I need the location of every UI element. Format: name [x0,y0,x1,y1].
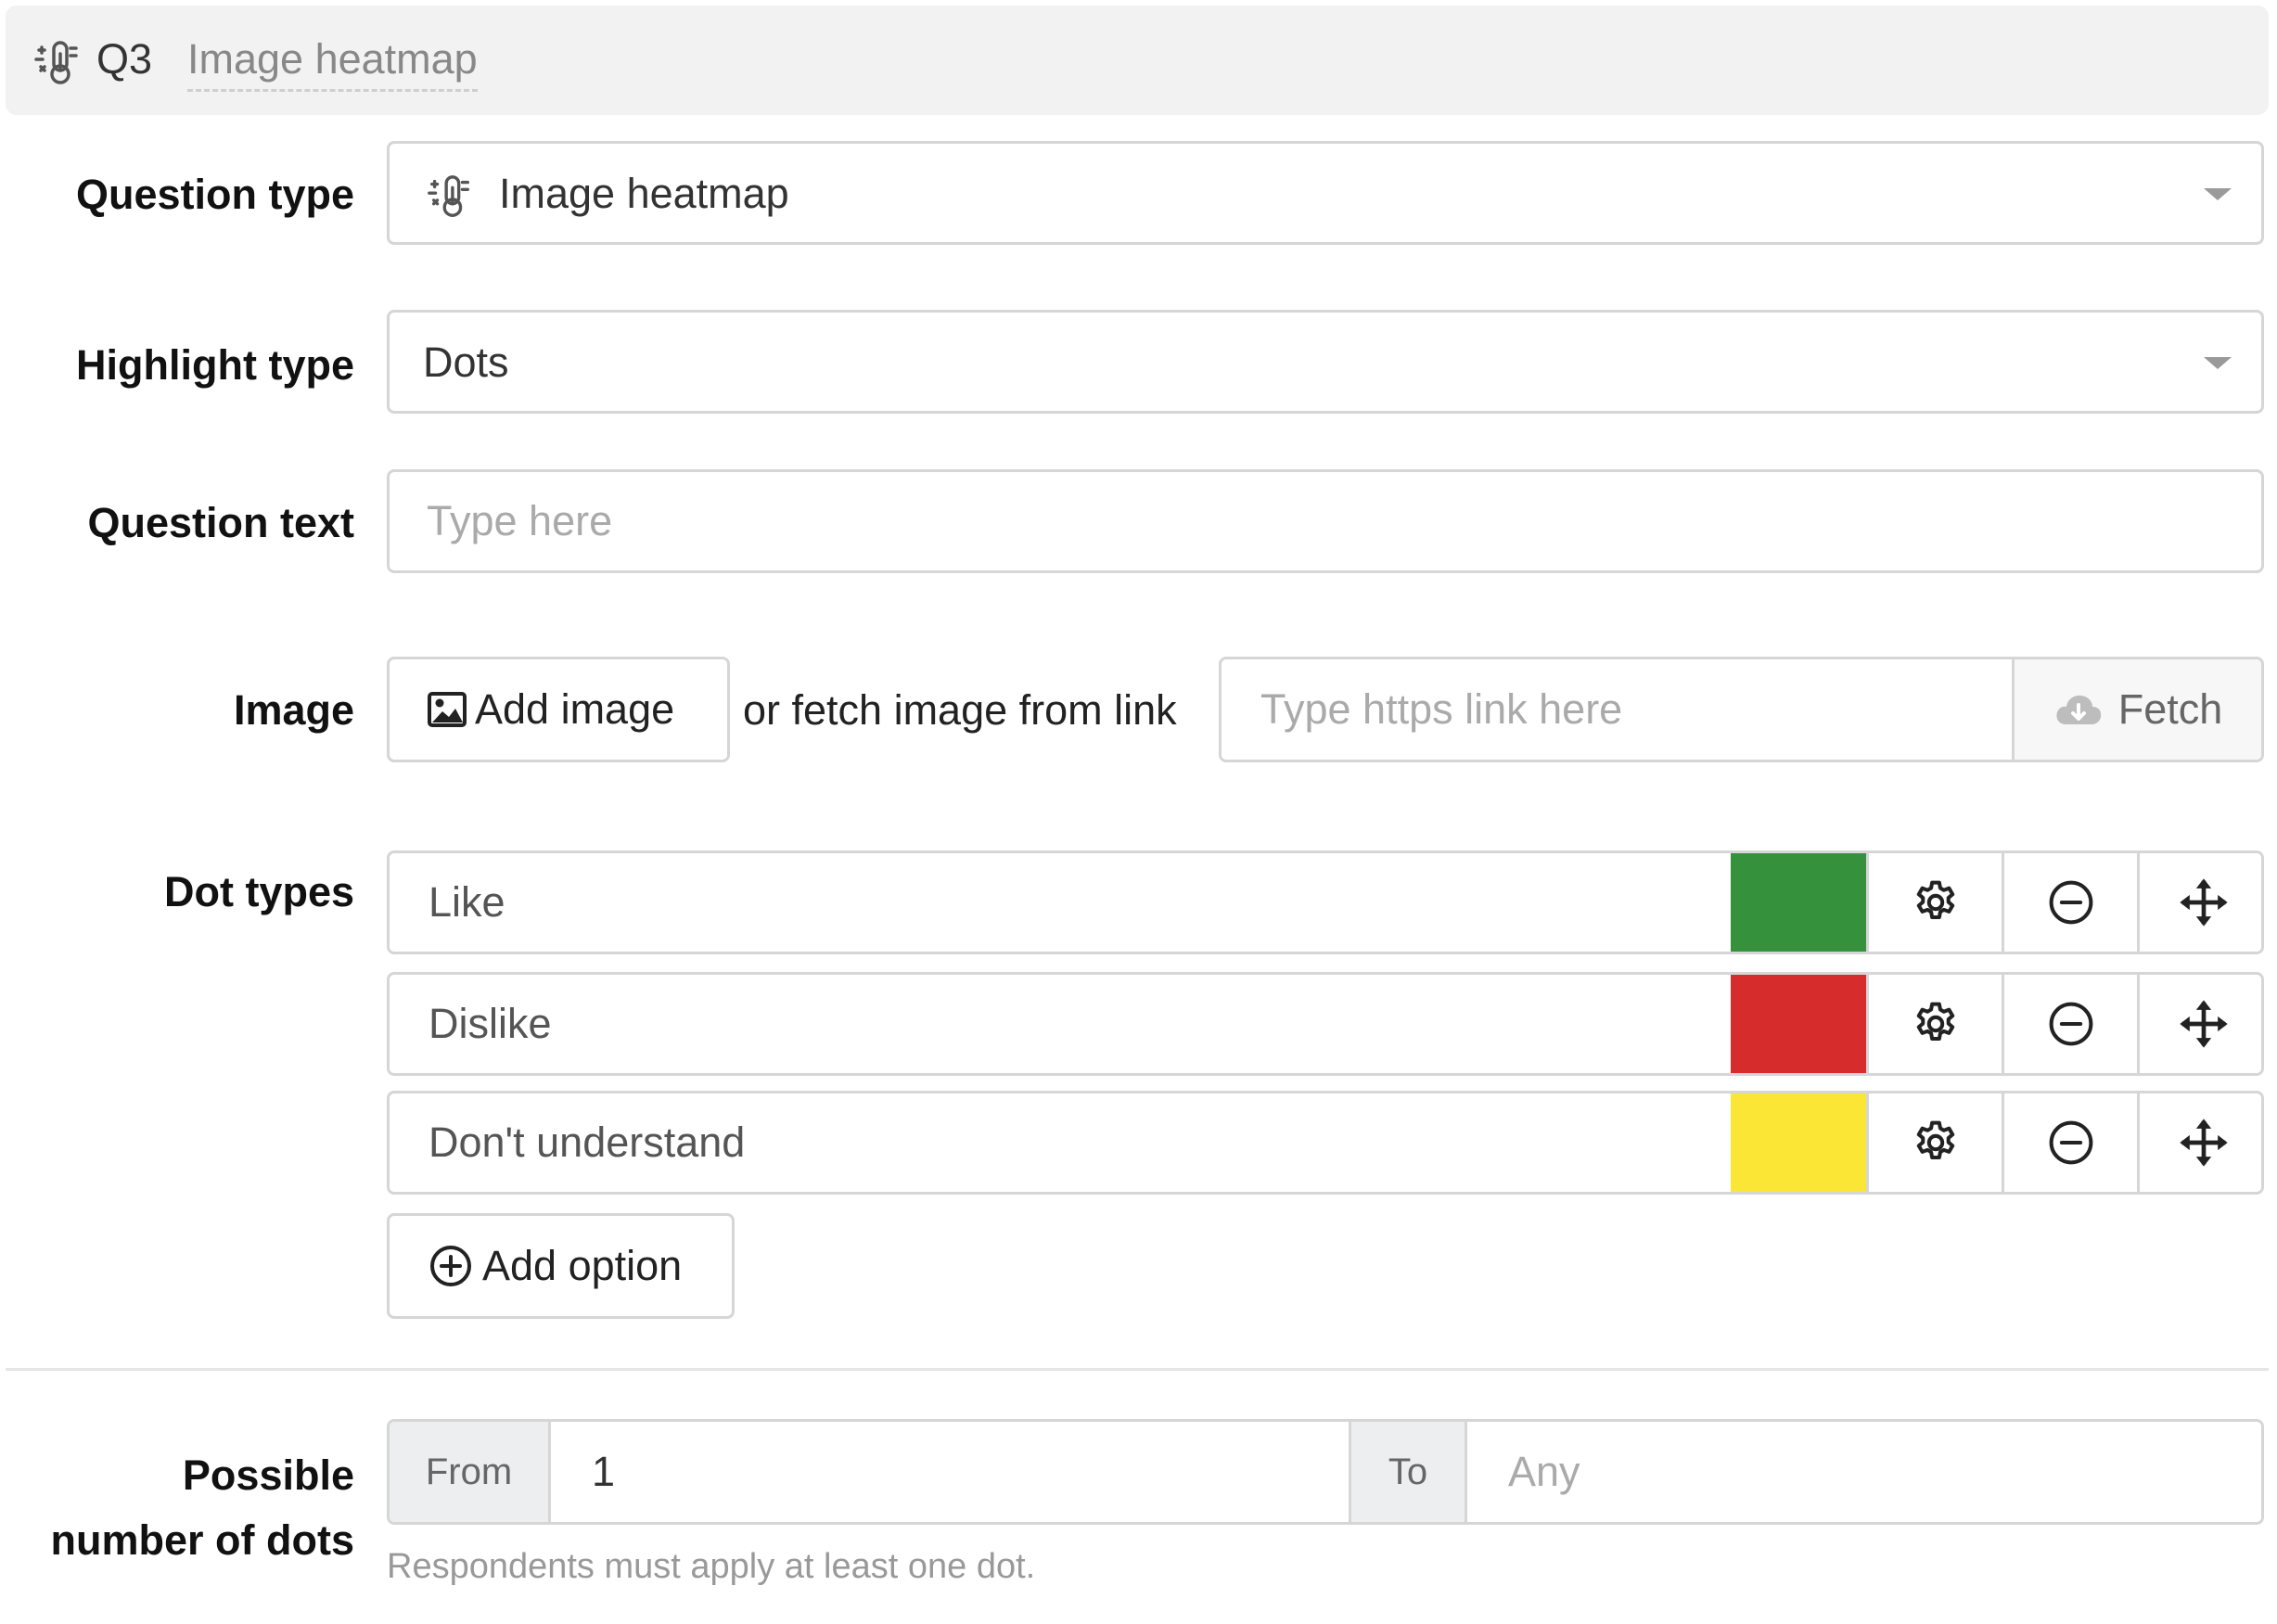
dot-types-label: Dot types [163,868,354,915]
question-type-select[interactable]: Image heatmap [387,141,2264,245]
question-type-label: Question type [75,171,354,218]
minus-circle-icon [2049,1120,2092,1165]
dot-color-swatch[interactable] [1731,1093,1866,1192]
gear-icon [1916,1002,1954,1041]
fetch-button[interactable]: Fetch [2012,659,2261,760]
or-fetch-text: or fetch image from link [743,686,1177,734]
gear-icon [1916,1120,1954,1159]
heatmap-icon [428,175,469,217]
dot-settings-button[interactable] [1866,853,2002,952]
from-addon: From [390,1422,551,1522]
possible-dots-label-line1: Possible [182,1451,354,1499]
image-icon [428,692,467,727]
dot-type-row [387,1091,2264,1195]
dot-drag-handle[interactable] [2137,1093,2261,1192]
question-number: Q3 [96,35,153,83]
highlight-type-label: Highlight type [76,341,354,389]
question-type-value: Image heatmap [499,170,789,217]
dot-drag-handle[interactable] [2137,853,2261,952]
dot-settings-button[interactable] [1866,975,2002,1073]
fetch-label: Fetch [2117,685,2223,733]
dot-settings-button[interactable] [1866,1093,2002,1192]
move-icon [2179,878,2228,927]
question-text-label: Question text [87,499,354,546]
dot-remove-button[interactable] [2002,975,2137,1073]
dot-color-swatch[interactable] [1731,975,1866,1073]
possible-dots-label: Possible number of dots [51,1443,354,1573]
add-option-label: Add option [482,1242,683,1289]
dot-drag-handle[interactable] [2137,975,2261,1073]
dot-color-swatch[interactable] [1731,853,1866,952]
dot-type-name-input[interactable] [390,1093,1731,1192]
question-header[interactable]: Q3 Image heatmap [6,6,2269,115]
highlight-type-value: Dots [423,339,509,386]
from-input[interactable] [551,1422,1349,1522]
gear-icon [1916,880,1954,919]
minus-circle-icon [2049,1002,2092,1046]
section-divider [6,1368,2269,1371]
dots-help-text: Respondents must apply at least one dot. [387,1547,1036,1586]
chevron-down-icon [2204,188,2232,200]
highlight-type-select[interactable]: Dots [387,310,2264,414]
question-title[interactable]: Image heatmap [187,35,478,92]
to-input[interactable] [1467,1422,2261,1522]
question-editor: Q3 Image heatmap Question type Image hea… [0,0,2277,1624]
chevron-down-icon [2204,357,2232,369]
to-addon: To [1349,1422,1467,1522]
image-label: Image [233,686,354,734]
dots-range-group: From To [387,1419,2264,1525]
dot-remove-button[interactable] [2002,853,2137,952]
plus-circle-icon [430,1246,471,1286]
dot-type-row [387,972,2264,1076]
cloud-download-icon [2056,695,2101,724]
dot-type-name-input[interactable] [390,975,1731,1073]
possible-dots-label-line2: number of dots [50,1516,354,1564]
dot-type-name-input[interactable] [390,853,1731,952]
move-icon [2179,1119,2228,1167]
image-link-group: Fetch [1219,657,2264,762]
add-image-button[interactable]: Add image [387,657,730,762]
heatmap-icon [34,41,78,84]
move-icon [2179,1000,2228,1048]
add-option-button[interactable]: Add option [387,1213,735,1319]
dot-type-row [387,850,2264,954]
image-link-input[interactable] [1222,659,2012,760]
add-image-label: Add image [475,685,675,733]
dot-remove-button[interactable] [2002,1093,2137,1192]
question-text-input[interactable] [387,469,2264,573]
minus-circle-icon [2049,880,2092,925]
